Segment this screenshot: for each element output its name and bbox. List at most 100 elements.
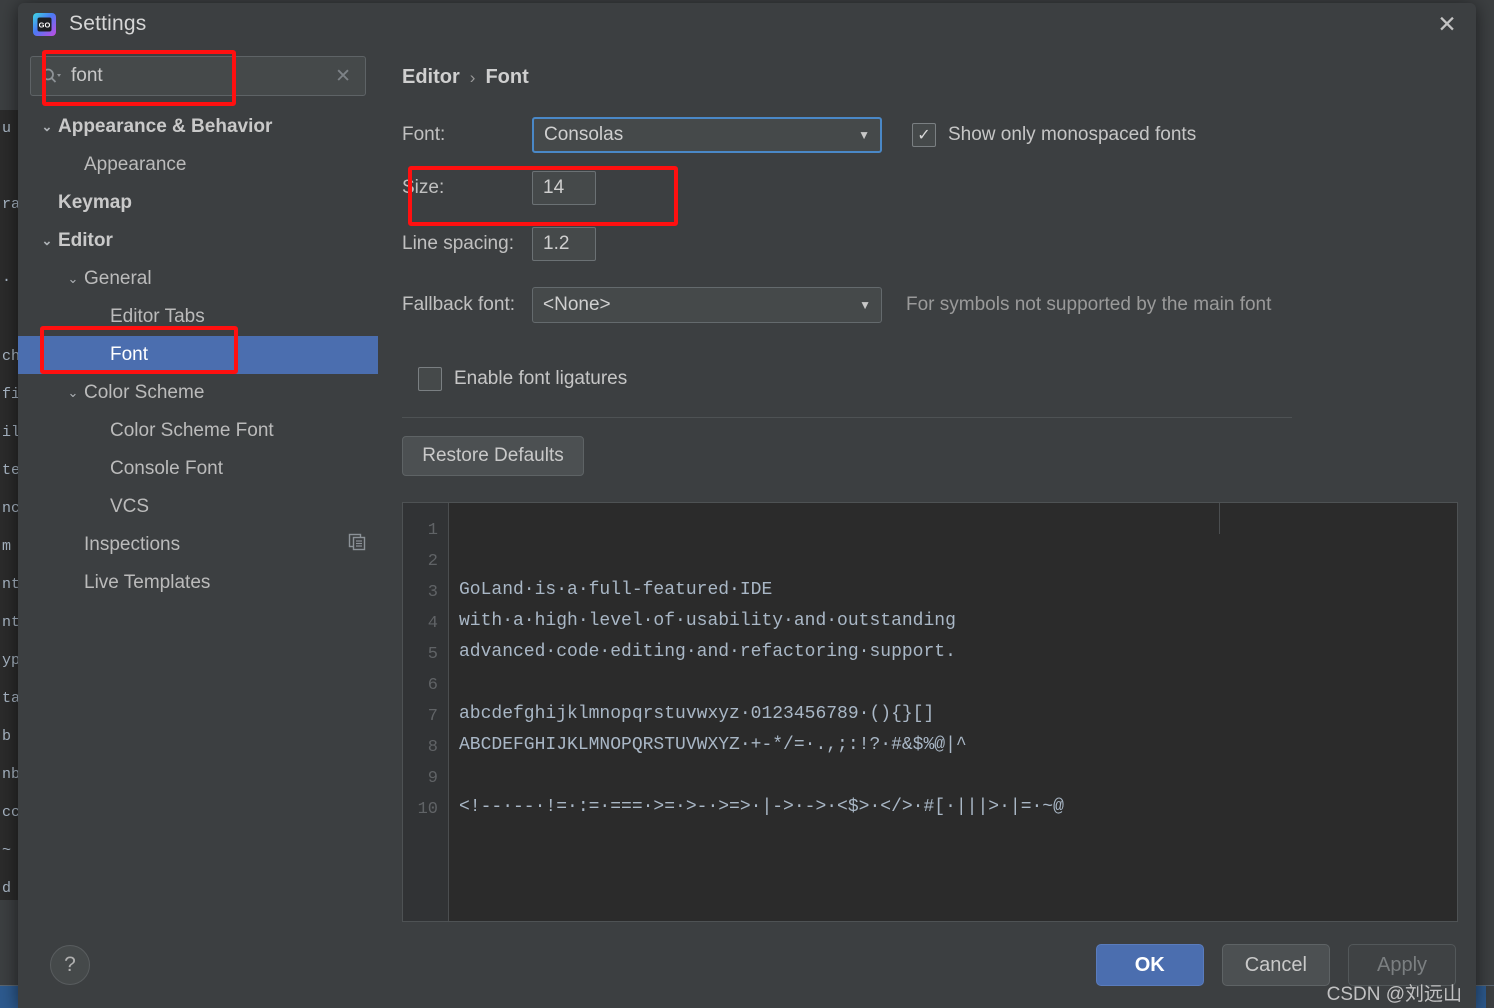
line-number: 4: [427, 614, 438, 633]
fallback-font-select[interactable]: <None> ▼: [532, 287, 882, 323]
right-margin-guide: [1219, 503, 1220, 534]
close-icon[interactable]: ✕: [1424, 7, 1470, 41]
sidebar-item-label: Appearance: [84, 154, 187, 175]
size-row: Size: 14: [402, 171, 1458, 205]
preview-line: [459, 823, 1457, 854]
show-monospaced-label: Show only monospaced fonts: [948, 124, 1197, 145]
sidebar-item-color-scheme[interactable]: ⌄ Color Scheme: [18, 374, 378, 412]
show-monospaced-checkbox[interactable]: ✓ Show only monospaced fonts: [912, 123, 1196, 147]
dialog-titlebar: GO Settings ✕: [18, 3, 1476, 46]
line-number: 8: [427, 738, 438, 757]
font-label: Font:: [402, 124, 446, 145]
sidebar-item-label: Keymap: [58, 192, 132, 213]
font-family-select[interactable]: Consolas ▼: [532, 117, 882, 153]
line-number: 2: [427, 552, 438, 571]
line-number: 7: [427, 707, 438, 726]
sidebar-item-color-scheme-font[interactable]: Color Scheme Font: [18, 412, 378, 450]
search-value: font: [71, 65, 103, 86]
preview-line: [459, 761, 1457, 792]
preview-line-numbers: 1 2 3 4 5 6 7 8 9 10: [403, 503, 449, 921]
sidebar-item-label: Appearance & Behavior: [58, 116, 273, 137]
preview-line: advanced·code·editing·and·refactoring·su…: [459, 642, 956, 662]
chevron-down-icon[interactable]: ⌄: [62, 271, 84, 287]
sidebar-item-vcs[interactable]: VCS: [18, 488, 378, 526]
settings-sidebar: font ✕ ⌄ Appearance & Behavior Appearance K…: [18, 46, 378, 922]
enable-ligatures-label: Enable font ligatures: [454, 368, 628, 389]
line-spacing-row: Line spacing: 1.2: [402, 227, 1458, 261]
sidebar-item-label: Font: [110, 344, 149, 365]
search-input[interactable]: font ✕: [30, 56, 366, 96]
line-number: 9: [427, 769, 438, 788]
line-number: 10: [417, 800, 438, 819]
goland-logo-icon: GO: [32, 12, 57, 37]
size-label: Size:: [402, 177, 445, 198]
ok-button[interactable]: OK: [1095, 944, 1204, 986]
preview-line: [459, 668, 1457, 699]
font-size-input[interactable]: 14: [532, 171, 596, 205]
sidebar-item-keymap[interactable]: Keymap: [18, 184, 378, 222]
svg-text:GO: GO: [39, 20, 51, 29]
sidebar-item-label: Color Scheme Font: [110, 420, 274, 441]
line-number: 6: [427, 676, 438, 695]
sidebar-item-inspections[interactable]: Inspections: [18, 526, 378, 564]
fallback-font-note: For symbols not supported by the main fo…: [906, 294, 1272, 315]
sidebar-item-label: Inspections: [84, 534, 181, 555]
chevron-right-icon: ›: [469, 67, 476, 87]
line-spacing-label: Line spacing:: [402, 233, 514, 254]
help-button[interactable]: ?: [50, 945, 90, 985]
chevron-down-icon: ▼: [859, 298, 871, 312]
font-preview-area[interactable]: 1 2 3 4 5 6 7 8 9 10 GoLand·is·a·full-featured·ID…: [402, 502, 1458, 922]
sidebar-item-label: Live Templates: [84, 572, 211, 593]
breadcrumb-leaf: Font: [485, 66, 529, 88]
breadcrumb: Editor › Font: [402, 66, 1458, 89]
breadcrumb-root[interactable]: Editor: [402, 66, 460, 89]
dialog-body: font ✕ ⌄ Appearance & Behavior Appearance K…: [18, 46, 1476, 922]
settings-content: Editor › Font Font: Consolas ▼ ✓ Show on…: [378, 46, 1476, 922]
sidebar-item-appearance-behavior[interactable]: ⌄ Appearance & Behavior: [18, 108, 378, 146]
dialog-title: Settings: [69, 12, 147, 35]
line-spacing-input[interactable]: 1.2: [532, 227, 596, 261]
fallback-font-label: Fallback font:: [402, 294, 515, 315]
sidebar-item-label: Console Font: [110, 458, 224, 479]
chevron-down-icon[interactable]: ⌄: [62, 385, 84, 401]
font-family-value: Consolas: [544, 124, 624, 145]
sidebar-item-console-font[interactable]: Console Font: [18, 450, 378, 488]
search-icon: [41, 67, 63, 85]
preview-line: GoLand·is·a·full-featured·IDE: [459, 580, 773, 600]
chevron-down-icon[interactable]: ⌄: [36, 233, 58, 249]
footer-buttons: OK Cancel Apply: [1095, 944, 1456, 986]
fallback-font-value: <None>: [543, 294, 611, 315]
preview-line: ABCDEFGHIJKLMNOPQRSTUVWXYZ·+-*/=·.,;:!?·…: [459, 735, 967, 755]
sidebar-item-general[interactable]: ⌄ General: [18, 260, 378, 298]
sidebar-item-label: Editor: [58, 230, 113, 251]
sidebar-item-appearance[interactable]: Appearance: [18, 146, 378, 184]
line-number: 3: [427, 583, 438, 602]
preview-line: abcdefghijklmnopqrstuvwxyz·0123456789·()…: [459, 704, 935, 724]
line-number: 1: [427, 521, 438, 540]
sidebar-item-label: Color Scheme: [84, 382, 205, 403]
sidebar-item-label: Editor Tabs: [110, 306, 205, 327]
checkbox-box: [418, 367, 442, 391]
sidebar-item-editor[interactable]: ⌄ Editor: [18, 222, 378, 260]
apply-button: Apply: [1348, 944, 1456, 986]
line-number: 5: [427, 645, 438, 664]
cancel-button[interactable]: Cancel: [1221, 944, 1330, 986]
copy-icon[interactable]: [348, 533, 366, 557]
checkbox-box: ✓: [912, 123, 936, 147]
fallback-font-row: Fallback font: <None> ▼ For symbols not …: [402, 287, 1458, 323]
sidebar-item-editor-tabs[interactable]: Editor Tabs: [18, 298, 378, 336]
close-icon[interactable]: ✕: [331, 65, 355, 88]
chevron-down-icon[interactable]: ⌄: [36, 119, 58, 135]
restore-defaults-button[interactable]: Restore Defaults: [402, 436, 584, 476]
sidebar-item-label: General: [84, 268, 152, 289]
section-divider: [402, 417, 1292, 418]
preview-line: <!--·--·!=·:=·===·>=·>-·>=>·|->·->·<$>·<…: [459, 797, 1064, 817]
sidebar-item-label: VCS: [110, 496, 150, 517]
settings-tree: ⌄ Appearance & Behavior Appearance Keymap ⌄ E…: [18, 104, 378, 922]
preview-code: GoLand·is·a·full-featured·IDE with·a·high…: [449, 503, 1457, 921]
sidebar-item-font[interactable]: Font: [18, 336, 378, 374]
sidebar-item-live-templates[interactable]: Live Templates: [18, 564, 378, 602]
dialog-footer: ? OK Cancel Apply CSDN @刘远山: [18, 922, 1476, 1008]
enable-ligatures-checkbox[interactable]: Enable font ligatures: [418, 367, 1458, 391]
chevron-down-icon: ▼: [858, 128, 870, 142]
